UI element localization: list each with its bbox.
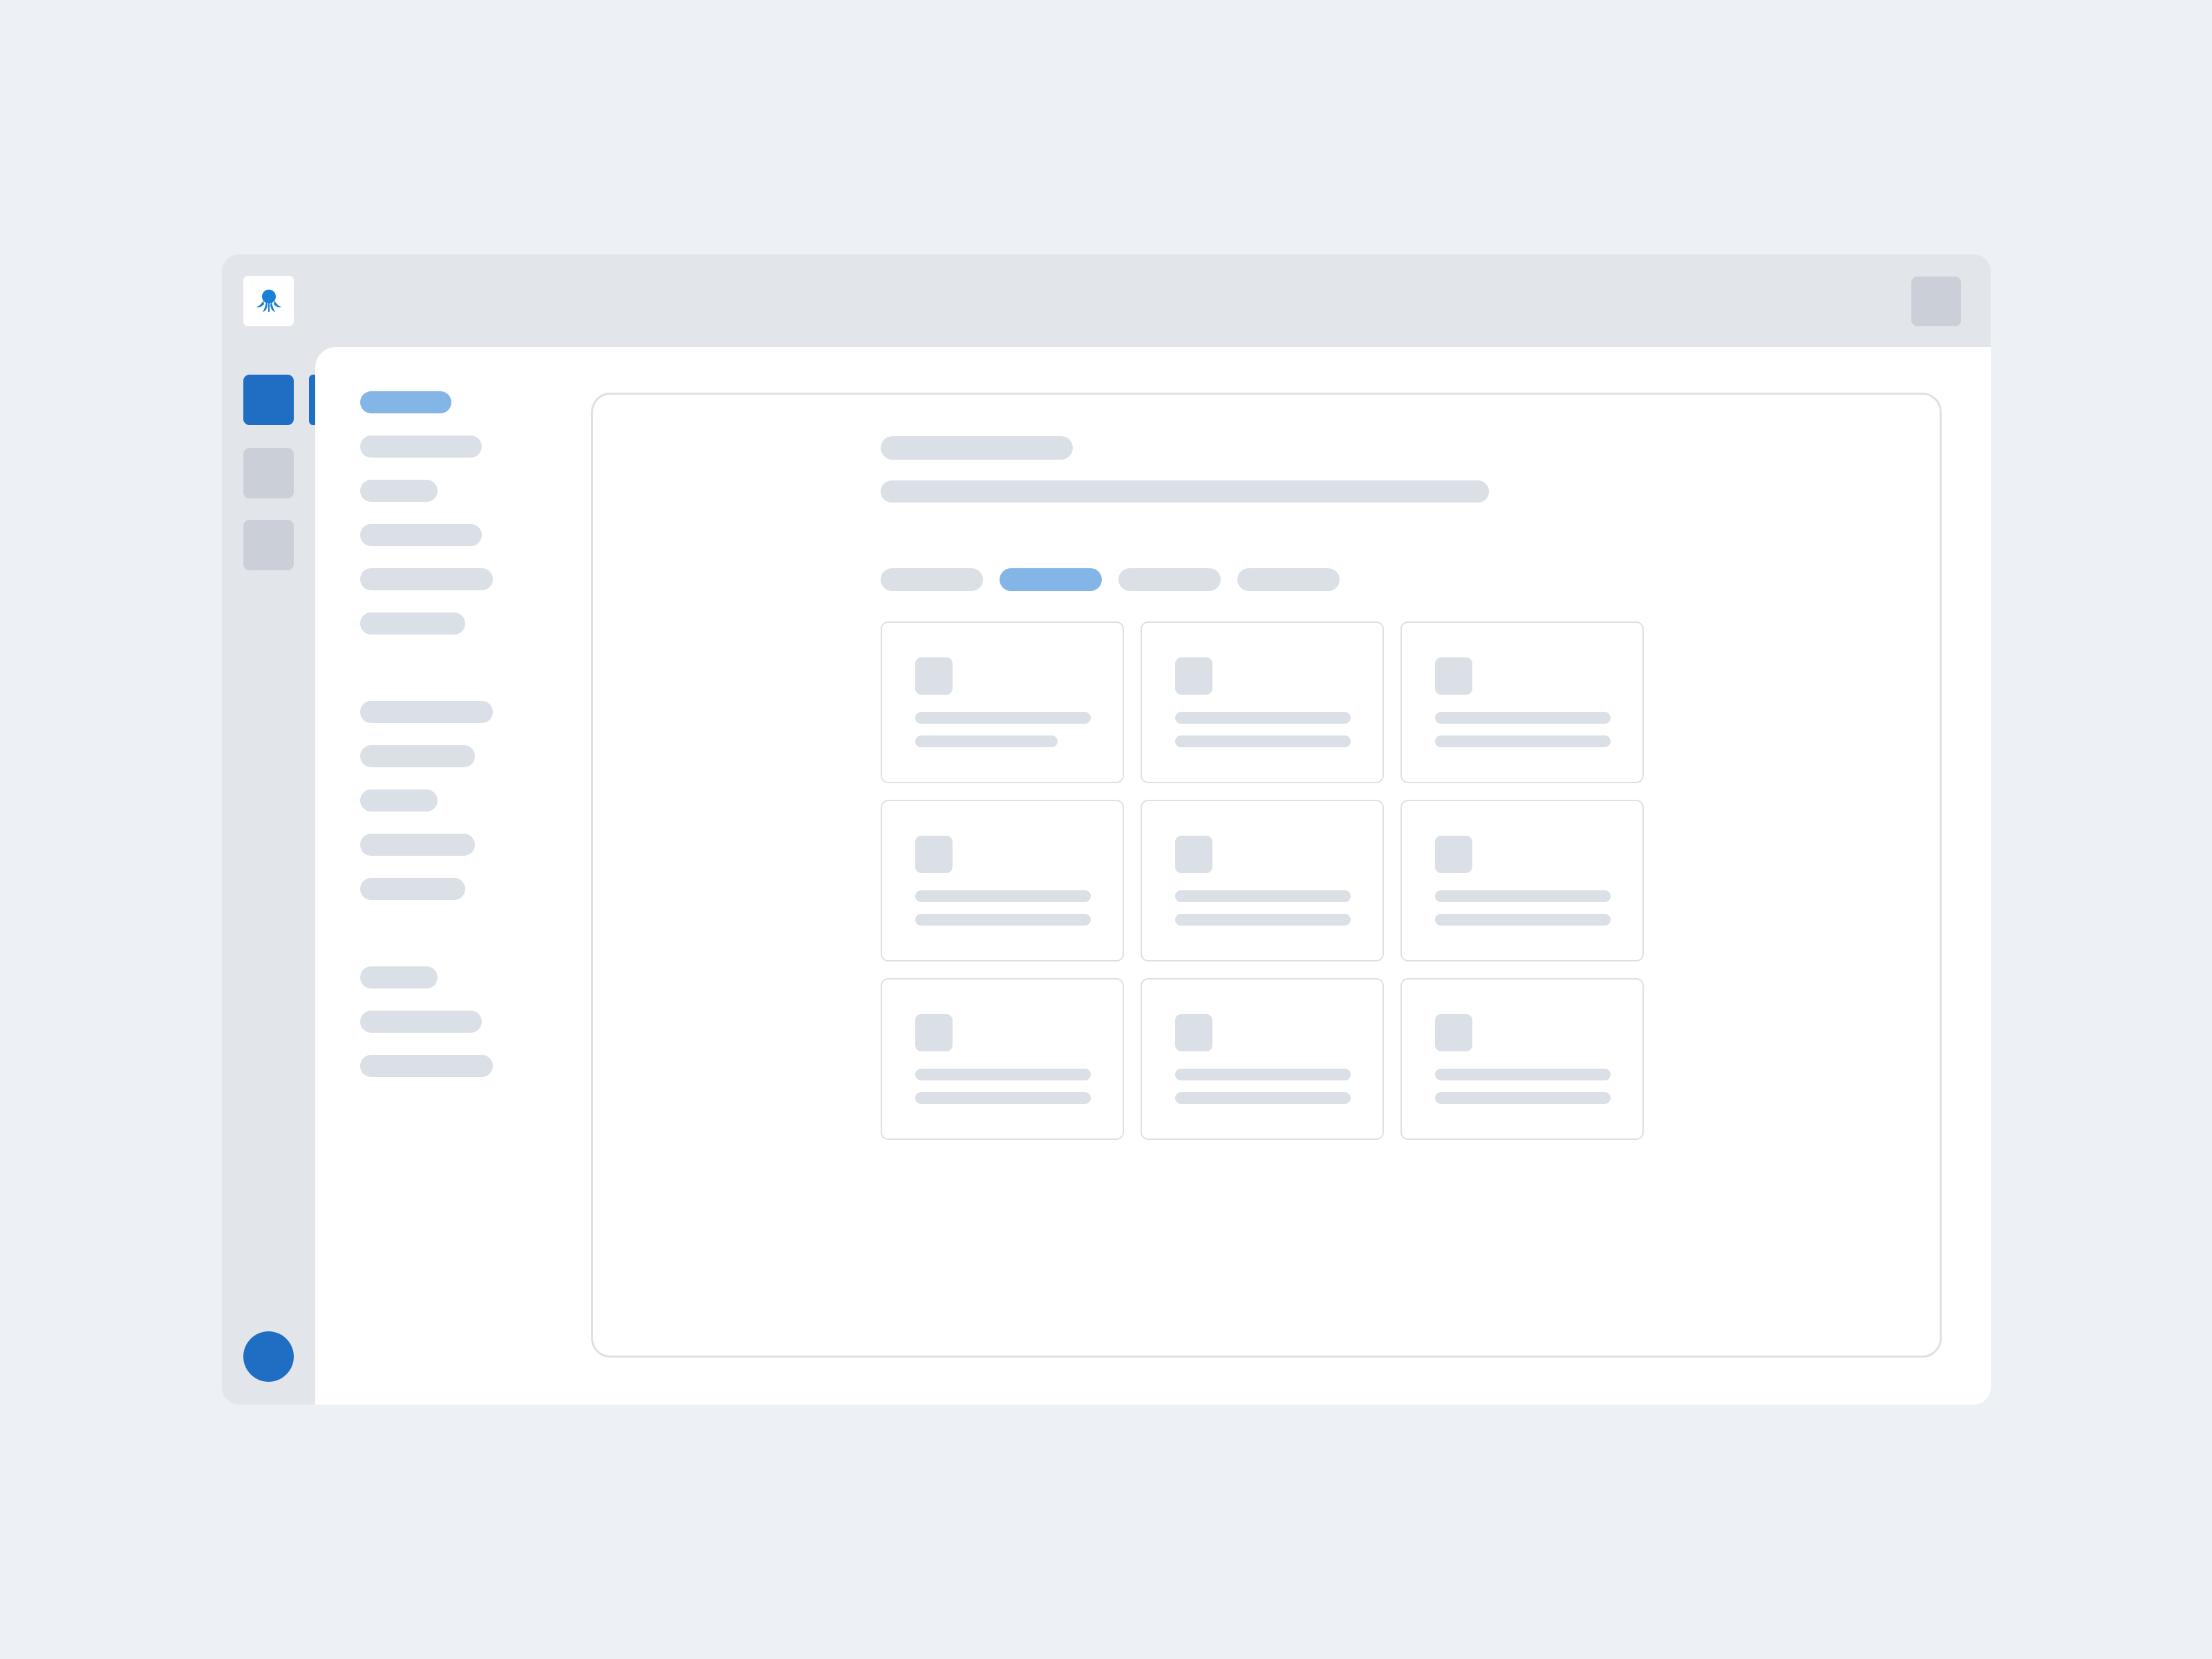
nav-item[interactable]: [360, 435, 482, 458]
card[interactable]: [1141, 800, 1384, 962]
card-line: [915, 890, 1091, 902]
card-line: [1175, 914, 1351, 926]
nav-item[interactable]: [360, 966, 438, 988]
card-icon: [1175, 836, 1212, 873]
card-icon: [915, 657, 953, 695]
card[interactable]: [1400, 978, 1644, 1140]
card[interactable]: [1400, 621, 1644, 783]
card-line: [1175, 712, 1351, 724]
card-icon: [915, 836, 953, 873]
tab[interactable]: [1237, 568, 1340, 591]
tab[interactable]: [881, 568, 983, 591]
card-line: [1175, 1092, 1351, 1104]
app-window: [222, 254, 1991, 1405]
card-line: [1175, 1069, 1351, 1080]
card-line: [915, 1092, 1091, 1104]
card-icon: [1435, 1014, 1472, 1051]
nav-item[interactable]: [360, 1011, 482, 1033]
nav-item[interactable]: [360, 789, 438, 812]
card-icon: [1435, 657, 1472, 695]
card[interactable]: [1400, 800, 1644, 962]
card[interactable]: [881, 800, 1124, 962]
page-title: [881, 436, 1073, 460]
card-line: [1435, 890, 1611, 902]
card[interactable]: [881, 621, 1124, 783]
octopus-logo-icon: [256, 289, 281, 312]
card-line: [1435, 1069, 1611, 1080]
rail-item-2[interactable]: [243, 448, 294, 498]
card-icon: [1175, 657, 1212, 695]
card[interactable]: [1141, 978, 1384, 1140]
nav-item[interactable]: [360, 878, 465, 900]
nav-item[interactable]: [360, 834, 475, 856]
nav-item[interactable]: [360, 480, 438, 502]
app-logo[interactable]: [243, 276, 294, 326]
card-line: [915, 735, 1058, 747]
card-line: [915, 712, 1091, 724]
tab[interactable]: [1000, 568, 1102, 591]
card-line: [1435, 914, 1611, 926]
rail-item-3[interactable]: [243, 520, 294, 570]
card-line: [1435, 735, 1611, 747]
nav-item[interactable]: [360, 1055, 493, 1077]
card-icon: [1175, 1014, 1212, 1051]
card-line: [1175, 735, 1351, 747]
card-icon: [915, 1014, 953, 1051]
secondary-nav: [360, 347, 568, 1405]
rail-item-1[interactable]: [243, 375, 294, 425]
card-line: [1435, 1092, 1611, 1104]
page-subtitle: [881, 480, 1489, 503]
content-area: [315, 347, 1991, 1405]
nav-item[interactable]: [360, 568, 493, 590]
card-line: [915, 1069, 1091, 1080]
main-panel: [591, 393, 1942, 1358]
tab[interactable]: [1118, 568, 1221, 591]
nav-item[interactable]: [360, 612, 465, 635]
card-line: [1175, 890, 1351, 902]
card[interactable]: [1141, 621, 1384, 783]
top-right-button[interactable]: [1911, 276, 1961, 326]
card-line: [915, 914, 1091, 926]
card-line: [1435, 712, 1611, 724]
nav-item[interactable]: [360, 524, 482, 546]
nav-item[interactable]: [360, 391, 451, 413]
nav-item[interactable]: [360, 745, 475, 767]
nav-item[interactable]: [360, 701, 493, 723]
card[interactable]: [881, 978, 1124, 1140]
avatar[interactable]: [243, 1331, 294, 1382]
card-icon: [1435, 836, 1472, 873]
